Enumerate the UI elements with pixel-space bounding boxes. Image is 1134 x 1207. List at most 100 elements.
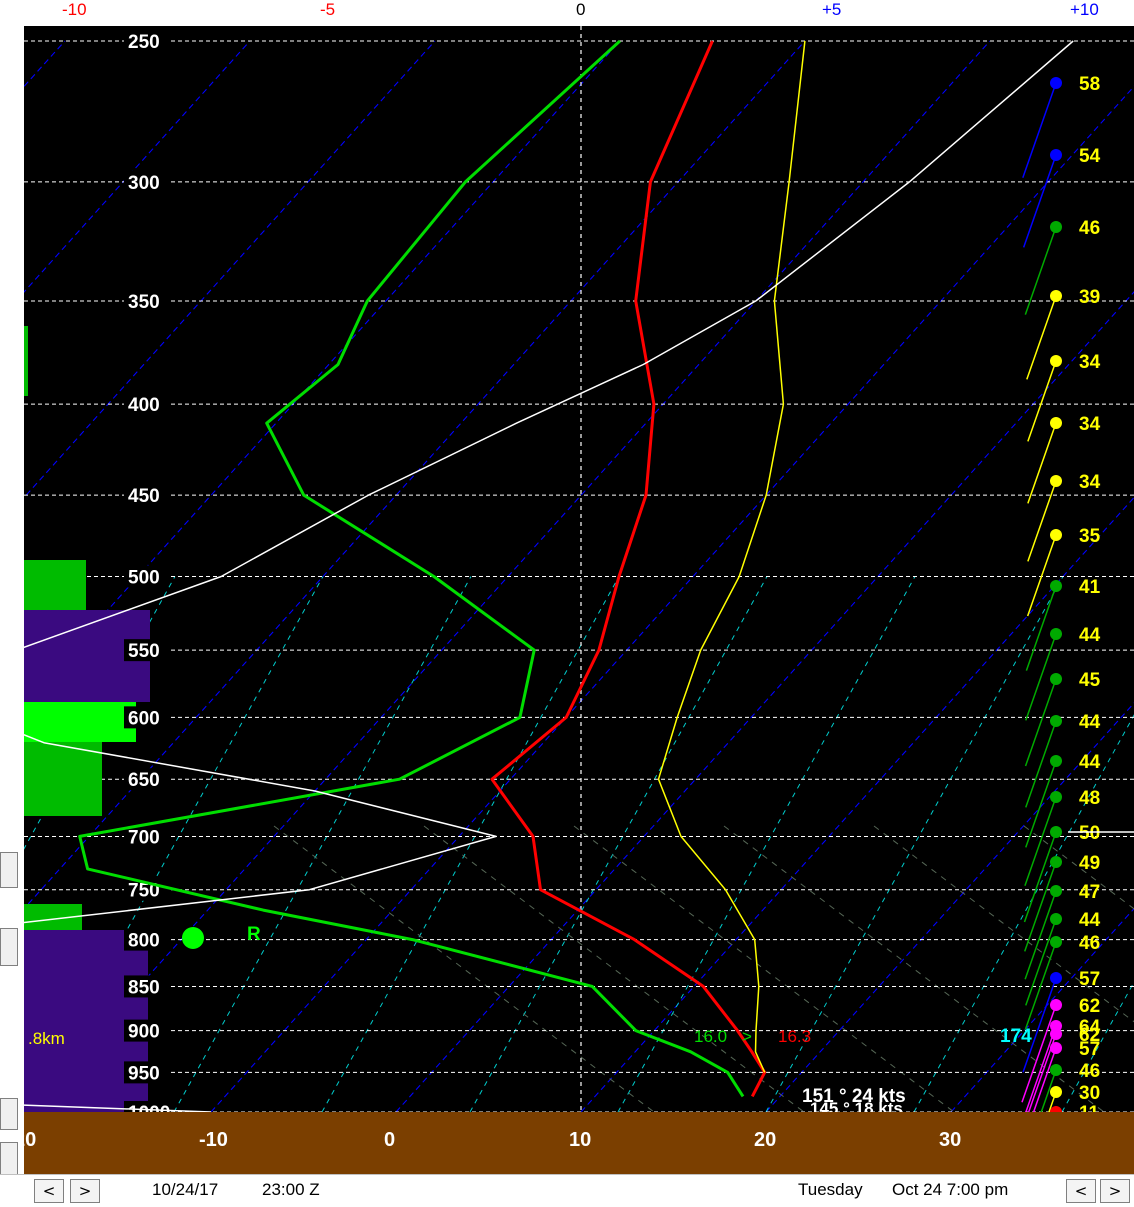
- wind-speed-label: 50: [1079, 823, 1100, 844]
- wind-speed-label: 49: [1079, 853, 1100, 874]
- dry-adiabat-line: [423, 825, 805, 1112]
- pressure-label: 850: [128, 977, 160, 998]
- marker-label: R: [247, 924, 261, 945]
- wind-speed-label: 44: [1079, 625, 1101, 646]
- wind-barb-line: [1024, 226, 1057, 315]
- dewpoint-line: [78, 39, 745, 1098]
- wind-dot: [1050, 221, 1062, 233]
- pressure-label: 450: [128, 486, 160, 507]
- pressure-label: 550: [128, 641, 160, 662]
- surface-dewpoint-label: 16.0: [694, 1027, 727, 1046]
- time-label: 23:00 Z: [262, 1180, 320, 1199]
- side-button[interactable]: [0, 1098, 18, 1130]
- wind-speed-label: 57: [1079, 969, 1100, 990]
- cloud-bar: [24, 702, 136, 742]
- wind-speed-label: 30: [1079, 1083, 1100, 1104]
- ground-band: 20 -10 0 10 20 30: [14, 1112, 1134, 1174]
- parcel-line: [657, 40, 806, 1073]
- temperature-line: [490, 40, 767, 1098]
- wind-speed-label: 11: [1079, 1103, 1100, 1112]
- top-scale-label: +5: [822, 0, 842, 19]
- wind-speed-label: 39: [1079, 287, 1100, 308]
- wind-profile: 5854463934343435414445444448504947444657…: [1021, 74, 1101, 1112]
- wind-barb-line: [1024, 796, 1057, 887]
- pressure-label: 600: [128, 708, 160, 729]
- isotherm-line: [395, 291, 1134, 1112]
- wind-speed-label: 45: [1079, 670, 1101, 691]
- wind-dot: [1050, 475, 1062, 487]
- local-time-label: Oct 24 7:00 pm: [892, 1180, 1009, 1199]
- mixing-ratio-line: [173, 576, 472, 1112]
- wind-dot: [1050, 856, 1062, 868]
- wind-dot: [1050, 1028, 1062, 1040]
- skewt-plot[interactable]: 250 300 350 400 450 500 550 600 650 700 750 800 850 9…: [24, 26, 1134, 1112]
- side-button[interactable]: [0, 928, 18, 966]
- wind-barb-line: [1025, 585, 1057, 671]
- prev-time-button[interactable]: <: [1066, 1179, 1096, 1203]
- wind-dot: [1050, 628, 1062, 640]
- wind-barb-line: [1022, 154, 1057, 248]
- pressure-label: 950: [128, 1063, 160, 1084]
- wind-speed-label: 35: [1079, 526, 1101, 547]
- pressure-label: 700: [128, 827, 160, 848]
- prev-button[interactable]: <: [34, 1179, 64, 1203]
- wind-dot: [1050, 580, 1062, 592]
- wind-speed-label: 46: [1079, 1061, 1100, 1082]
- cloud-bar: [24, 742, 102, 816]
- top-scale-label: +10: [1070, 0, 1099, 19]
- pressure-label: 650: [128, 770, 160, 791]
- cloud-bar: [24, 326, 28, 396]
- pressure-label: 800: [128, 931, 160, 952]
- storm-motion-label: 145 ° 18 kts: [810, 1099, 903, 1112]
- wind-dot: [1050, 999, 1062, 1011]
- wind-speed-label: 34: [1079, 472, 1101, 493]
- surface-temperature-label: 16.3: [778, 1027, 811, 1046]
- wind-speed-label: 46: [1079, 933, 1100, 954]
- wind-speed-label: 57: [1079, 1039, 1100, 1060]
- wind-speed-label: 46: [1079, 218, 1100, 239]
- next-button[interactable]: >: [70, 1179, 100, 1203]
- dry-adiabats: [273, 825, 1134, 1112]
- pressure-label: 350: [128, 292, 160, 313]
- wind-dot: [1050, 355, 1062, 367]
- next-time-button[interactable]: >: [1100, 1179, 1130, 1203]
- wind-dot: [1050, 529, 1062, 541]
- wind-barb-line: [1026, 295, 1057, 380]
- top-scale-label: -5: [320, 0, 336, 19]
- height-label: .8km: [28, 1029, 65, 1048]
- status-bar: < > 10/24/17 23:00 Z Tuesday Oct 24 7:00…: [0, 1174, 1134, 1207]
- wind-dot: [1050, 149, 1062, 161]
- temperature-tick-label: 20: [24, 1129, 36, 1151]
- top-scale-label: -10: [62, 0, 87, 19]
- wind-barb-line: [1027, 360, 1057, 442]
- wind-dot: [1050, 290, 1062, 302]
- wind-speed-label: 44: [1079, 752, 1101, 773]
- temperature-axis: 20 -10 0 10 20 30: [14, 1129, 961, 1151]
- mixing-ratio-lines: [24, 576, 1134, 1112]
- wind-dot: [1050, 1064, 1062, 1076]
- wind-dot: [1050, 826, 1062, 838]
- wind-speed-label: 44: [1079, 712, 1101, 733]
- left-tool-strip: [0, 26, 24, 1200]
- date-label: 10/24/17: [152, 1180, 219, 1199]
- wind-dot: [1050, 1042, 1062, 1054]
- wind-dot: [1050, 77, 1062, 89]
- wind-barb-line: [1022, 82, 1057, 179]
- wind-speed-label: 41: [1079, 577, 1101, 598]
- wind-speed-label: 54: [1079, 146, 1101, 167]
- skewt-chart: 2503003504004505005506006507007508008509…: [24, 26, 1134, 1112]
- surface-arrow: >: [742, 1027, 752, 1046]
- wind-speed-label: 58: [1079, 74, 1100, 95]
- temperature-tick-label: 30: [939, 1129, 961, 1151]
- wind-speed-label: 34: [1079, 414, 1101, 435]
- temperature-tick-label: 10: [569, 1129, 591, 1151]
- pressure-label: 400: [128, 395, 160, 416]
- wind-dot: [1050, 755, 1062, 767]
- marker-dot: [182, 927, 204, 949]
- pressure-label: 900: [128, 1022, 160, 1043]
- wind-speed-label: 34: [1079, 352, 1101, 373]
- side-button[interactable]: [0, 852, 18, 888]
- wind-dot: [1050, 1086, 1062, 1098]
- temperature-tick-label: 0: [384, 1129, 395, 1151]
- wind-barb-line: [1021, 1004, 1057, 1103]
